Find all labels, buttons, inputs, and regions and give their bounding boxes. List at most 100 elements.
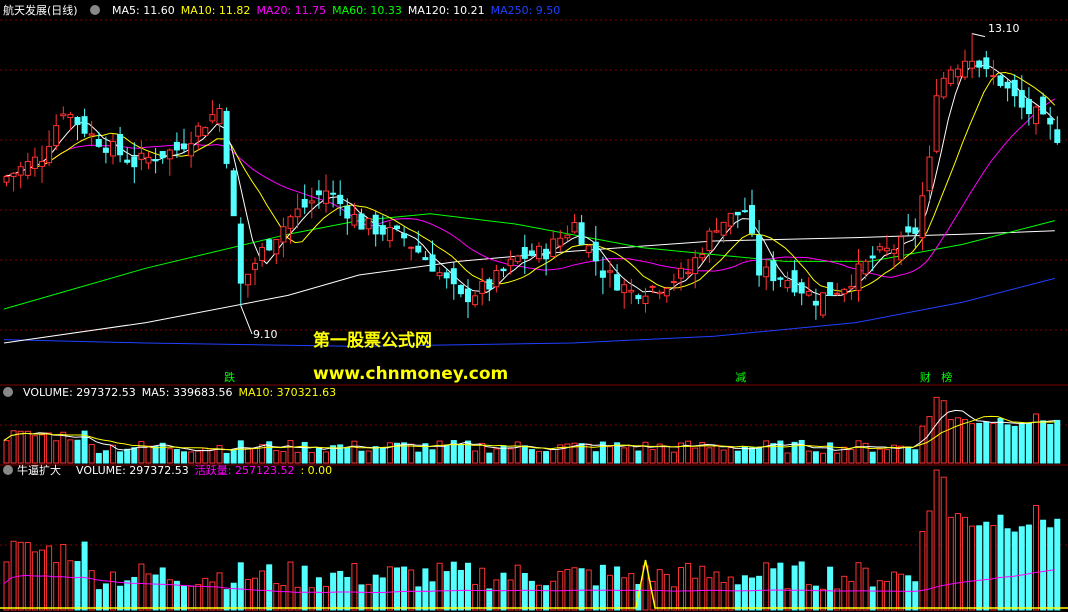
activity-bar (543, 585, 550, 611)
candle-body (763, 266, 770, 278)
volume-bar (933, 396, 940, 464)
candle-body (926, 156, 933, 192)
candle-body (791, 270, 798, 293)
candle-body (287, 216, 294, 229)
activity-bar (358, 584, 365, 611)
activity-bar (983, 521, 990, 611)
candle-body (415, 245, 422, 253)
volume-bar (983, 421, 990, 464)
candle-body (1004, 81, 1011, 89)
high-price-label: 13.10 (988, 22, 1020, 35)
candle-body (372, 214, 379, 235)
candle-body (95, 138, 102, 147)
activity-bar (415, 586, 422, 611)
candle-body (266, 239, 273, 251)
activity-bar (436, 562, 443, 611)
candle-body (443, 272, 450, 279)
candle-body (401, 233, 408, 239)
volume-bar (1040, 420, 1047, 464)
volume-bar (131, 447, 138, 464)
activity-bar (997, 514, 1004, 611)
candle-body (784, 279, 791, 289)
candle-body (536, 245, 542, 260)
candle-body (202, 127, 209, 137)
candle-body (599, 270, 606, 278)
activity-bar (777, 562, 784, 611)
low-price-label: 9.10 (253, 328, 278, 341)
activity-collapse-icon[interactable] (3, 465, 13, 475)
candle-body (244, 273, 251, 286)
candle-body (521, 247, 528, 259)
activity-bar (1033, 504, 1039, 611)
volume-bar (88, 444, 95, 464)
candle-body (280, 226, 287, 243)
activity-bar (24, 542, 31, 611)
volume-bar (543, 451, 550, 464)
collapse-icon[interactable] (90, 5, 100, 15)
candle-body (17, 166, 24, 176)
activity-bar (933, 469, 940, 611)
candle-body (805, 290, 812, 296)
candle-body (337, 194, 344, 205)
volume-bar (358, 450, 365, 464)
watermark-title: 第一股票公式网 (313, 330, 432, 351)
candle-body (1033, 106, 1039, 125)
volume-bar (386, 442, 393, 464)
volume-bar (670, 451, 677, 464)
candle-body (436, 272, 443, 277)
volume-bar (67, 439, 74, 464)
volume-bar (976, 422, 983, 464)
volume-bar (301, 441, 308, 464)
activity-bar (344, 576, 351, 611)
candle-body (990, 75, 997, 78)
volume-bar (521, 445, 528, 464)
stock-title: 航天发展(日线) (3, 3, 78, 17)
candle-body (514, 255, 521, 263)
activity-bar (1025, 524, 1032, 611)
candle-body (408, 246, 415, 249)
volume-bar (912, 449, 919, 464)
candle-body (713, 230, 720, 233)
volume-collapse-icon[interactable] (3, 387, 13, 397)
activity-bar (720, 581, 727, 611)
activity-bar (862, 567, 869, 611)
activity-bar (656, 569, 663, 611)
volume-bar (294, 451, 301, 464)
volume-ma5-line (3, 409, 1055, 452)
activity-readout: 活跃量: 257123.52 (195, 463, 295, 477)
volume-bar (188, 451, 195, 464)
volume-bar (216, 445, 223, 464)
candle-body (301, 198, 308, 208)
candle-body (131, 156, 138, 168)
candle-body (756, 234, 763, 276)
activity-bar (88, 570, 95, 611)
candle-body (159, 151, 166, 159)
candle-body (905, 226, 912, 233)
activity-bar (337, 570, 344, 611)
volume-bar (280, 451, 287, 464)
candle-body (173, 141, 180, 151)
volume-bar (528, 449, 535, 464)
volume-bar (39, 434, 45, 464)
activity-bar (95, 589, 102, 611)
activity-bar (947, 516, 954, 611)
candle-body (252, 262, 258, 270)
activity-bar (784, 588, 791, 611)
candle-body (550, 238, 557, 258)
activity-bar (81, 541, 88, 611)
event-marker: 财 (920, 370, 931, 384)
ma60-line (3, 213, 1055, 310)
activity-bar (301, 565, 308, 611)
volume-bar (997, 418, 1004, 464)
candle-body (969, 60, 976, 69)
activity-pane (0, 469, 1068, 611)
volume-bar (1011, 425, 1018, 464)
candle-body (983, 57, 990, 70)
candle-body (195, 125, 202, 137)
candle-body (479, 280, 486, 294)
volume-bar (95, 452, 102, 464)
activity-bar (841, 575, 848, 611)
candle-body (663, 287, 670, 297)
candle-body (152, 159, 159, 162)
volume-bar (287, 439, 294, 464)
